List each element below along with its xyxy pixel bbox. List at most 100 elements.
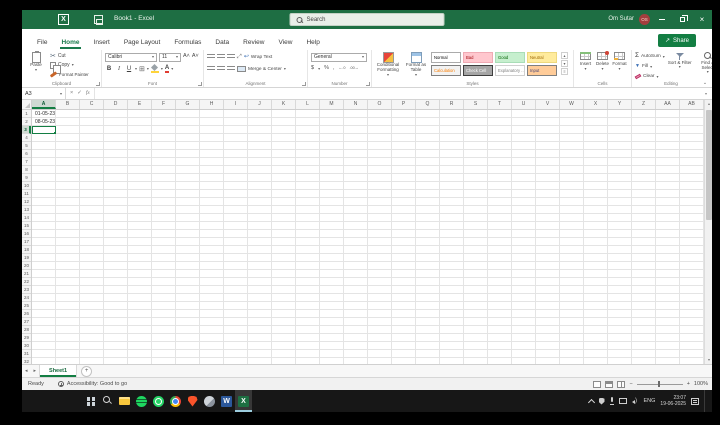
row-header-27[interactable]: 27 xyxy=(22,318,31,326)
column-header-F[interactable]: F xyxy=(152,100,176,109)
column-header-C[interactable]: C xyxy=(80,100,104,109)
sheet-tab-sheet1[interactable]: Sheet1 xyxy=(39,365,78,377)
volume-tray-icon[interactable] xyxy=(631,398,639,405)
row-header-5[interactable]: 5 xyxy=(22,142,31,150)
align-bottom-icon[interactable] xyxy=(227,54,235,60)
vertical-scrollbar[interactable]: ▴ ▾ xyxy=(704,100,712,364)
font-family-select[interactable]: Calibri ▾ xyxy=(105,52,157,62)
format-cells-button[interactable]: Format ▾ xyxy=(611,52,628,71)
row-header-9[interactable]: 9 xyxy=(22,174,31,182)
active-cell-selection[interactable] xyxy=(32,126,56,134)
row-header-24[interactable]: 24 xyxy=(22,294,31,302)
row-header-15[interactable]: 15 xyxy=(22,222,31,230)
collapse-ribbon-icon[interactable]: ⌄ xyxy=(702,80,708,86)
row-header-14[interactable]: 14 xyxy=(22,214,31,222)
column-header-W[interactable]: W xyxy=(560,100,584,109)
row-header-6[interactable]: 6 xyxy=(22,150,31,158)
start-icon[interactable] xyxy=(82,390,99,412)
shrink-font-icon[interactable]: A˅ xyxy=(192,54,199,60)
microphone-tray-icon[interactable] xyxy=(609,397,614,405)
formula-bar-expand-icon[interactable]: ▾ xyxy=(700,88,712,99)
column-header-D[interactable]: D xyxy=(104,100,128,109)
next-sheet-icon[interactable]: ▸ xyxy=(31,368,40,374)
row-header-22[interactable]: 22 xyxy=(22,278,31,286)
row-header-21[interactable]: 21 xyxy=(22,270,31,278)
font-color-dropdown-icon[interactable]: ▾ xyxy=(171,67,173,71)
column-header-Q[interactable]: Q xyxy=(416,100,440,109)
row-header-11[interactable]: 11 xyxy=(22,190,31,198)
cell-style-bad[interactable]: Bad xyxy=(463,52,493,63)
notification-center-icon[interactable] xyxy=(691,397,699,405)
search-box[interactable]: Search xyxy=(289,13,445,26)
cell-style-neutral[interactable]: Neutral xyxy=(527,52,557,63)
column-header-X[interactable]: X xyxy=(584,100,608,109)
column-header-E[interactable]: E xyxy=(128,100,152,109)
accessibility-status[interactable]: Accessibility: Good to go xyxy=(50,381,127,387)
save-icon[interactable] xyxy=(94,15,103,25)
paste-dropdown-icon[interactable]: ▾ xyxy=(35,67,37,72)
name-box[interactable]: A3 ▾ xyxy=(22,88,66,99)
accounting-dropdown-icon[interactable]: ▾ xyxy=(318,67,320,71)
fill-color-icon[interactable] xyxy=(150,65,159,73)
cell-style-normal[interactable]: Normal xyxy=(431,52,461,63)
copy-dropdown-icon[interactable]: ▾ xyxy=(72,63,74,67)
prev-sheet-icon[interactable]: ◂ xyxy=(22,368,31,374)
zoom-slider-thumb[interactable] xyxy=(657,381,661,387)
column-header-P[interactable]: P xyxy=(392,100,416,109)
tab-formulas[interactable]: Formulas xyxy=(167,36,208,50)
align-middle-icon[interactable] xyxy=(217,54,225,60)
word-icon[interactable] xyxy=(218,390,235,412)
fill-button[interactable]: ▼ Fill ▾ xyxy=(635,62,665,71)
conditional-formatting-button[interactable]: Conditional Formatting ▾ xyxy=(375,52,401,77)
column-header-T[interactable]: T xyxy=(488,100,512,109)
grow-font-icon[interactable]: A˄ xyxy=(183,54,190,60)
row-header-19[interactable]: 19 xyxy=(22,254,31,262)
display-tray-icon[interactable] xyxy=(618,398,627,404)
column-header-M[interactable]: M xyxy=(320,100,344,109)
sort-filter-button[interactable]: Sort & Filter ▾ xyxy=(667,52,693,81)
column-header-Y[interactable]: Y xyxy=(608,100,632,109)
column-header-K[interactable]: K xyxy=(272,100,296,109)
scroll-down-icon[interactable]: ▾ xyxy=(705,356,712,364)
align-left-icon[interactable] xyxy=(207,66,215,72)
column-header-U[interactable]: U xyxy=(512,100,536,109)
merge-center-button[interactable]: Merge & Center ▾ xyxy=(248,65,286,73)
copy-button[interactable]: Copy ▾ xyxy=(50,61,89,74)
row-header-16[interactable]: 16 xyxy=(22,230,31,238)
row-header-31[interactable]: 31 xyxy=(22,350,31,358)
gallery-scroll-up-icon[interactable]: ▴ xyxy=(561,52,568,59)
italic-button[interactable]: I xyxy=(115,66,123,72)
brave-icon[interactable] xyxy=(184,390,201,412)
fill-color-dropdown-icon[interactable]: ▾ xyxy=(161,67,163,71)
number-dialog-launcher-icon[interactable] xyxy=(366,82,370,86)
accounting-format-icon[interactable]: $ xyxy=(311,66,314,72)
page-layout-view-icon[interactable] xyxy=(605,380,614,388)
row-header-3[interactable]: 3 xyxy=(22,126,31,134)
user-name[interactable]: Om Sutar xyxy=(608,16,634,22)
font-size-select[interactable]: 11 ▾ xyxy=(159,52,181,62)
row-header-25[interactable]: 25 xyxy=(22,302,31,310)
formula-input[interactable] xyxy=(95,88,700,99)
spotify-icon[interactable] xyxy=(133,390,150,412)
alignment-dialog-launcher-icon[interactable] xyxy=(302,82,306,86)
insert-cells-button[interactable]: Insert ▾ xyxy=(577,52,594,71)
borders-dropdown-icon[interactable]: ▾ xyxy=(147,67,149,71)
underline-dropdown-icon[interactable]: ▾ xyxy=(135,67,137,71)
column-header-AB[interactable]: AB xyxy=(680,100,704,109)
number-format-select[interactable]: General ▾ xyxy=(311,52,367,62)
bold-button[interactable]: B xyxy=(105,66,113,72)
zoom-out-icon[interactable]: − xyxy=(629,381,632,387)
delete-cells-button[interactable]: Delete ▾ xyxy=(594,51,611,71)
scroll-up-icon[interactable]: ▴ xyxy=(705,100,712,108)
row-header-13[interactable]: 13 xyxy=(22,206,31,214)
tab-view[interactable]: View xyxy=(271,36,299,50)
tab-help[interactable]: Help xyxy=(299,36,326,50)
column-header-B[interactable]: B xyxy=(56,100,80,109)
cell-style-calculation[interactable]: Calculation xyxy=(431,65,461,76)
column-header-S[interactable]: S xyxy=(464,100,488,109)
vertical-scroll-thumb[interactable] xyxy=(706,110,712,220)
wrap-text-button[interactable]: Wrap Text xyxy=(251,53,272,61)
format-painter-button[interactable]: Format Painter xyxy=(49,70,89,78)
underline-button[interactable]: U xyxy=(125,66,133,72)
close-button[interactable]: × xyxy=(692,10,712,29)
